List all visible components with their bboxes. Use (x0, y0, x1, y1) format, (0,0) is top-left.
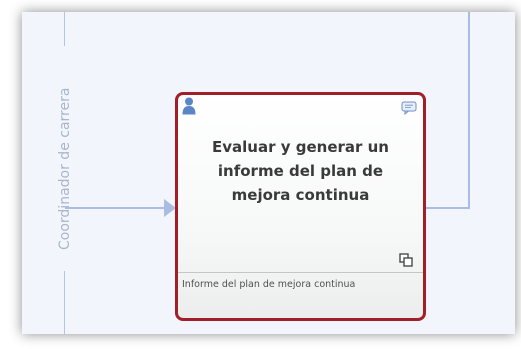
comment-icon[interactable] (401, 101, 417, 115)
diagram-canvas: Coordinador de carrera Evaluar y generar… (22, 12, 515, 334)
outgoing-flow-vertical[interactable] (468, 12, 470, 209)
task-output-label: Informe del plan de mejora continua (182, 279, 356, 290)
incoming-flow-line[interactable] (65, 207, 165, 209)
task-title: Evaluar y generar un informe del plan de… (212, 138, 389, 204)
user-icon (182, 97, 196, 115)
swimlane-label: Coordinador de carrera (57, 87, 73, 250)
task-box[interactable]: Evaluar y generar un informe del plan de… (175, 92, 426, 321)
outgoing-flow-horizontal[interactable] (426, 207, 470, 209)
subprocess-icon[interactable] (399, 253, 413, 267)
task-divider (178, 272, 423, 273)
